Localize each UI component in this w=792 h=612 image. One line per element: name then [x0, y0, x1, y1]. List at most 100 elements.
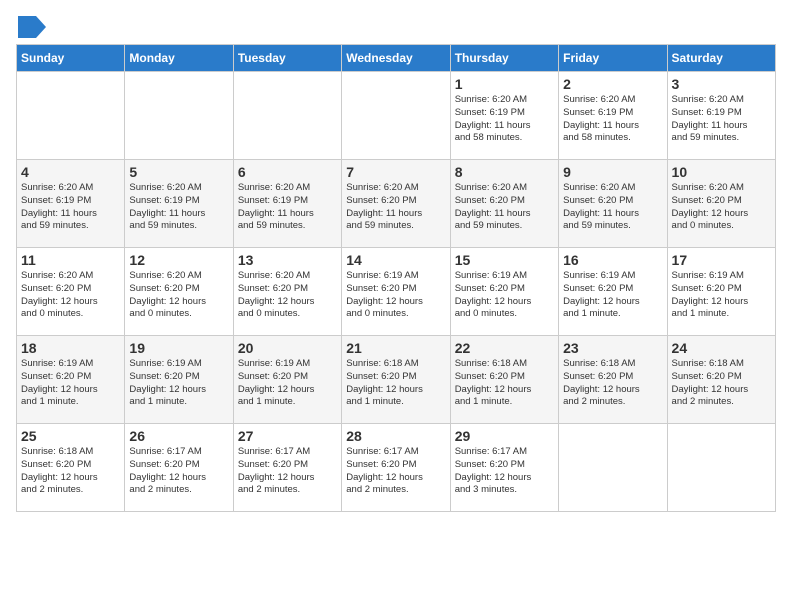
day-info: Sunrise: 6:20 AM Sunset: 6:19 PM Dayligh… — [129, 182, 228, 233]
calendar-cell: 6 Sunrise: 6:20 AM Sunset: 6:19 PM Daylig… — [233, 160, 341, 248]
calendar-cell: 11 Sunrise: 6:20 AM Sunset: 6:20 PM Dayli… — [17, 248, 125, 336]
calendar-cell — [125, 72, 233, 160]
calendar-cell: 21 Sunrise: 6:18 AM Sunset: 6:20 PM Dayli… — [342, 336, 450, 424]
day-info: Sunrise: 6:20 AM Sunset: 6:20 PM Dayligh… — [129, 270, 228, 321]
day-number: 14 — [346, 252, 445, 268]
calendar-cell: 18 Sunrise: 6:19 AM Sunset: 6:20 PM Dayli… — [17, 336, 125, 424]
day-info: Sunrise: 6:19 AM Sunset: 6:20 PM Dayligh… — [346, 270, 445, 321]
day-number: 17 — [672, 252, 771, 268]
calendar-cell: 2 Sunrise: 6:20 AM Sunset: 6:19 PM Daylig… — [559, 72, 667, 160]
day-number: 12 — [129, 252, 228, 268]
calendar-cell: 12 Sunrise: 6:20 AM Sunset: 6:20 PM Dayli… — [125, 248, 233, 336]
logo — [16, 16, 46, 34]
day-number: 18 — [21, 340, 120, 356]
day-number: 11 — [21, 252, 120, 268]
calendar-cell: 17 Sunrise: 6:19 AM Sunset: 6:20 PM Dayli… — [667, 248, 775, 336]
day-number: 24 — [672, 340, 771, 356]
day-number: 21 — [346, 340, 445, 356]
calendar-cell — [17, 72, 125, 160]
day-number: 22 — [455, 340, 554, 356]
calendar-cell — [233, 72, 341, 160]
calendar-cell: 23 Sunrise: 6:18 AM Sunset: 6:20 PM Dayli… — [559, 336, 667, 424]
day-number: 16 — [563, 252, 662, 268]
day-info: Sunrise: 6:19 AM Sunset: 6:20 PM Dayligh… — [672, 270, 771, 321]
calendar-cell: 29 Sunrise: 6:17 AM Sunset: 6:20 PM Dayli… — [450, 424, 558, 512]
day-number: 20 — [238, 340, 337, 356]
day-info: Sunrise: 6:20 AM Sunset: 6:19 PM Dayligh… — [455, 94, 554, 145]
header-day-friday: Friday — [559, 45, 667, 72]
day-info: Sunrise: 6:17 AM Sunset: 6:20 PM Dayligh… — [346, 446, 445, 497]
calendar-cell — [559, 424, 667, 512]
calendar-cell: 22 Sunrise: 6:18 AM Sunset: 6:20 PM Dayli… — [450, 336, 558, 424]
calendar-cell: 27 Sunrise: 6:17 AM Sunset: 6:20 PM Dayli… — [233, 424, 341, 512]
day-info: Sunrise: 6:17 AM Sunset: 6:20 PM Dayligh… — [238, 446, 337, 497]
day-number: 7 — [346, 164, 445, 180]
calendar-cell: 10 Sunrise: 6:20 AM Sunset: 6:20 PM Dayli… — [667, 160, 775, 248]
day-info: Sunrise: 6:20 AM Sunset: 6:20 PM Dayligh… — [563, 182, 662, 233]
calendar-cell: 16 Sunrise: 6:19 AM Sunset: 6:20 PM Dayli… — [559, 248, 667, 336]
day-info: Sunrise: 6:20 AM Sunset: 6:19 PM Dayligh… — [563, 94, 662, 145]
day-info: Sunrise: 6:19 AM Sunset: 6:20 PM Dayligh… — [129, 358, 228, 409]
day-number: 15 — [455, 252, 554, 268]
day-info: Sunrise: 6:18 AM Sunset: 6:20 PM Dayligh… — [21, 446, 120, 497]
calendar-cell: 4 Sunrise: 6:20 AM Sunset: 6:19 PM Daylig… — [17, 160, 125, 248]
calendar-cell: 3 Sunrise: 6:20 AM Sunset: 6:19 PM Daylig… — [667, 72, 775, 160]
day-number: 4 — [21, 164, 120, 180]
calendar-cell — [342, 72, 450, 160]
calendar-cell: 13 Sunrise: 6:20 AM Sunset: 6:20 PM Dayli… — [233, 248, 341, 336]
day-number: 8 — [455, 164, 554, 180]
day-info: Sunrise: 6:20 AM Sunset: 6:20 PM Dayligh… — [672, 182, 771, 233]
calendar-cell: 9 Sunrise: 6:20 AM Sunset: 6:20 PM Daylig… — [559, 160, 667, 248]
day-info: Sunrise: 6:20 AM Sunset: 6:20 PM Dayligh… — [21, 270, 120, 321]
header-day-thursday: Thursday — [450, 45, 558, 72]
day-number: 9 — [563, 164, 662, 180]
day-number: 2 — [563, 76, 662, 92]
calendar-cell: 25 Sunrise: 6:18 AM Sunset: 6:20 PM Dayli… — [17, 424, 125, 512]
calendar-table: SundayMondayTuesdayWednesdayThursdayFrid… — [16, 44, 776, 512]
day-number: 3 — [672, 76, 771, 92]
day-number: 19 — [129, 340, 228, 356]
day-number: 26 — [129, 428, 228, 444]
calendar-cell — [667, 424, 775, 512]
day-info: Sunrise: 6:18 AM Sunset: 6:20 PM Dayligh… — [346, 358, 445, 409]
day-number: 27 — [238, 428, 337, 444]
day-number: 13 — [238, 252, 337, 268]
day-info: Sunrise: 6:20 AM Sunset: 6:20 PM Dayligh… — [238, 270, 337, 321]
day-info: Sunrise: 6:20 AM Sunset: 6:19 PM Dayligh… — [238, 182, 337, 233]
day-info: Sunrise: 6:17 AM Sunset: 6:20 PM Dayligh… — [455, 446, 554, 497]
day-number: 1 — [455, 76, 554, 92]
calendar-cell: 28 Sunrise: 6:17 AM Sunset: 6:20 PM Dayli… — [342, 424, 450, 512]
header-day-wednesday: Wednesday — [342, 45, 450, 72]
day-info: Sunrise: 6:19 AM Sunset: 6:20 PM Dayligh… — [563, 270, 662, 321]
day-info: Sunrise: 6:19 AM Sunset: 6:20 PM Dayligh… — [21, 358, 120, 409]
calendar-cell: 5 Sunrise: 6:20 AM Sunset: 6:19 PM Daylig… — [125, 160, 233, 248]
day-info: Sunrise: 6:20 AM Sunset: 6:20 PM Dayligh… — [346, 182, 445, 233]
header-day-monday: Monday — [125, 45, 233, 72]
day-info: Sunrise: 6:18 AM Sunset: 6:20 PM Dayligh… — [672, 358, 771, 409]
day-info: Sunrise: 6:18 AM Sunset: 6:20 PM Dayligh… — [563, 358, 662, 409]
day-info: Sunrise: 6:20 AM Sunset: 6:20 PM Dayligh… — [455, 182, 554, 233]
day-info: Sunrise: 6:17 AM Sunset: 6:20 PM Dayligh… — [129, 446, 228, 497]
day-number: 25 — [21, 428, 120, 444]
day-info: Sunrise: 6:20 AM Sunset: 6:19 PM Dayligh… — [672, 94, 771, 145]
day-number: 5 — [129, 164, 228, 180]
header-day-sunday: Sunday — [17, 45, 125, 72]
header-day-saturday: Saturday — [667, 45, 775, 72]
calendar-cell: 26 Sunrise: 6:17 AM Sunset: 6:20 PM Dayli… — [125, 424, 233, 512]
calendar-cell: 19 Sunrise: 6:19 AM Sunset: 6:20 PM Dayli… — [125, 336, 233, 424]
day-number: 23 — [563, 340, 662, 356]
day-number: 29 — [455, 428, 554, 444]
calendar-cell: 20 Sunrise: 6:19 AM Sunset: 6:20 PM Dayli… — [233, 336, 341, 424]
day-info: Sunrise: 6:19 AM Sunset: 6:20 PM Dayligh… — [455, 270, 554, 321]
page-header — [16, 16, 776, 34]
day-number: 6 — [238, 164, 337, 180]
day-info: Sunrise: 6:20 AM Sunset: 6:19 PM Dayligh… — [21, 182, 120, 233]
calendar-cell: 8 Sunrise: 6:20 AM Sunset: 6:20 PM Daylig… — [450, 160, 558, 248]
day-number: 10 — [672, 164, 771, 180]
day-number: 28 — [346, 428, 445, 444]
calendar-cell: 24 Sunrise: 6:18 AM Sunset: 6:20 PM Dayli… — [667, 336, 775, 424]
day-info: Sunrise: 6:18 AM Sunset: 6:20 PM Dayligh… — [455, 358, 554, 409]
logo-icon — [18, 16, 46, 38]
day-info: Sunrise: 6:19 AM Sunset: 6:20 PM Dayligh… — [238, 358, 337, 409]
header-day-tuesday: Tuesday — [233, 45, 341, 72]
